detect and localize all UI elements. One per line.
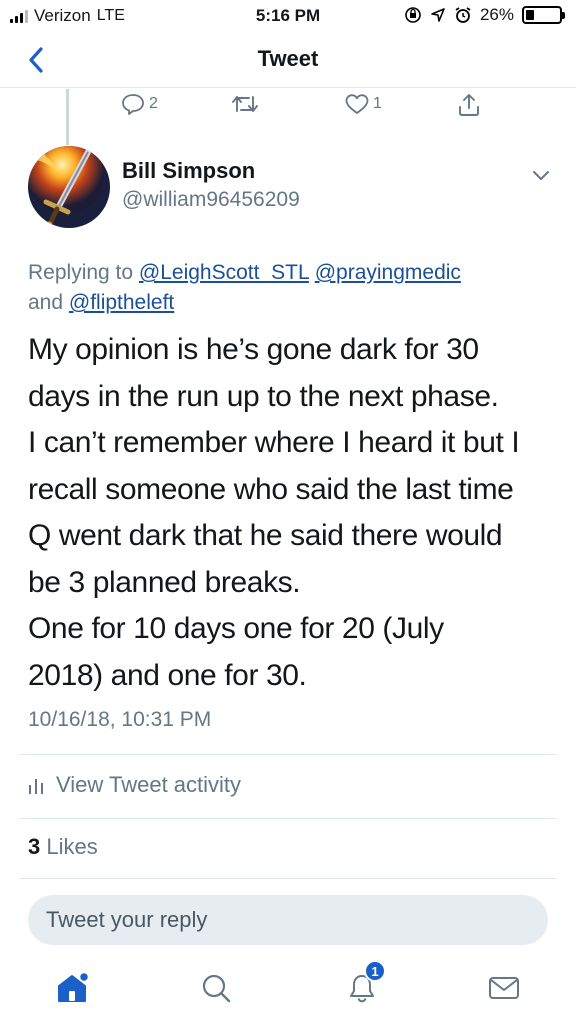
tweet-options-button[interactable]: [528, 162, 554, 188]
mention-link[interactable]: @fliptheleft: [69, 291, 174, 314]
notification-badge: 1: [364, 960, 386, 982]
home-icon: [58, 971, 89, 1002]
reply-count: 2: [149, 95, 158, 112]
like-action[interactable]: 1: [344, 92, 382, 116]
retweet-action[interactable]: [230, 92, 263, 116]
likes-count[interactable]: 3 Likes: [28, 834, 98, 860]
author-name[interactable]: Bill Simpson: [122, 158, 255, 184]
navigation-bar: Tweet: [0, 32, 576, 88]
replying-to-line: Replying to @LeighScott_STL @prayingmedi…: [28, 258, 548, 318]
battery-level: [526, 10, 535, 20]
view-tweet-activity-label: View Tweet activity: [56, 772, 242, 797]
status-icons: 26%: [404, 5, 565, 25]
search-icon: [202, 974, 231, 1003]
mail-icon: [489, 977, 519, 999]
chevron-down-icon: [533, 171, 549, 180]
location-icon: [431, 8, 445, 22]
tab-search[interactable]: [196, 968, 236, 1008]
view-tweet-activity-button[interactable]: View Tweet activity: [28, 772, 241, 798]
replying-conjunction: and: [28, 291, 69, 314]
reply-input[interactable]: Tweet your reply: [28, 895, 548, 945]
parent-tweet-actions: 2 1: [0, 92, 576, 124]
analytics-bars-icon: [29, 779, 43, 794]
like-count: 1: [373, 95, 382, 112]
tab-notifications[interactable]: 1: [342, 960, 386, 1008]
battery-icon: [522, 6, 565, 24]
battery-percent: 26%: [479, 5, 514, 24]
heart-icon: [345, 94, 369, 114]
likes-label: Likes: [46, 834, 98, 859]
tweet-timestamp: 10/16/18, 10:31 PM: [28, 708, 212, 731]
retweet-icon: [232, 96, 258, 112]
share-icon: [459, 94, 479, 116]
mention-link[interactable]: @prayingmedic: [315, 261, 461, 284]
alarm-icon: [455, 7, 471, 23]
reply-icon: [122, 94, 144, 115]
tab-home[interactable]: [52, 968, 92, 1008]
avatar[interactable]: [28, 146, 110, 228]
divider: [20, 818, 556, 819]
replying-to-label: Replying to: [28, 261, 139, 284]
avatar-sword-flame-image: [28, 146, 110, 228]
reply-action[interactable]: 2: [120, 92, 158, 116]
tab-bar: 1: [0, 952, 576, 1024]
rotation-lock-icon: [405, 7, 421, 23]
page-title: Tweet: [257, 46, 319, 71]
status-bar: Verizon LTE 5:16 PM 26%: [0, 0, 576, 32]
divider: [20, 754, 556, 755]
tweet-text: My opinion is he’s gone dark for 30 days…: [28, 333, 520, 692]
divider: [20, 878, 556, 879]
author-handle[interactable]: @william96456209: [122, 188, 300, 212]
likes-number: 3: [28, 834, 41, 859]
tab-messages[interactable]: [484, 968, 524, 1008]
share-action[interactable]: [456, 92, 482, 118]
mention-link[interactable]: @LeighScott_STL: [139, 261, 309, 284]
